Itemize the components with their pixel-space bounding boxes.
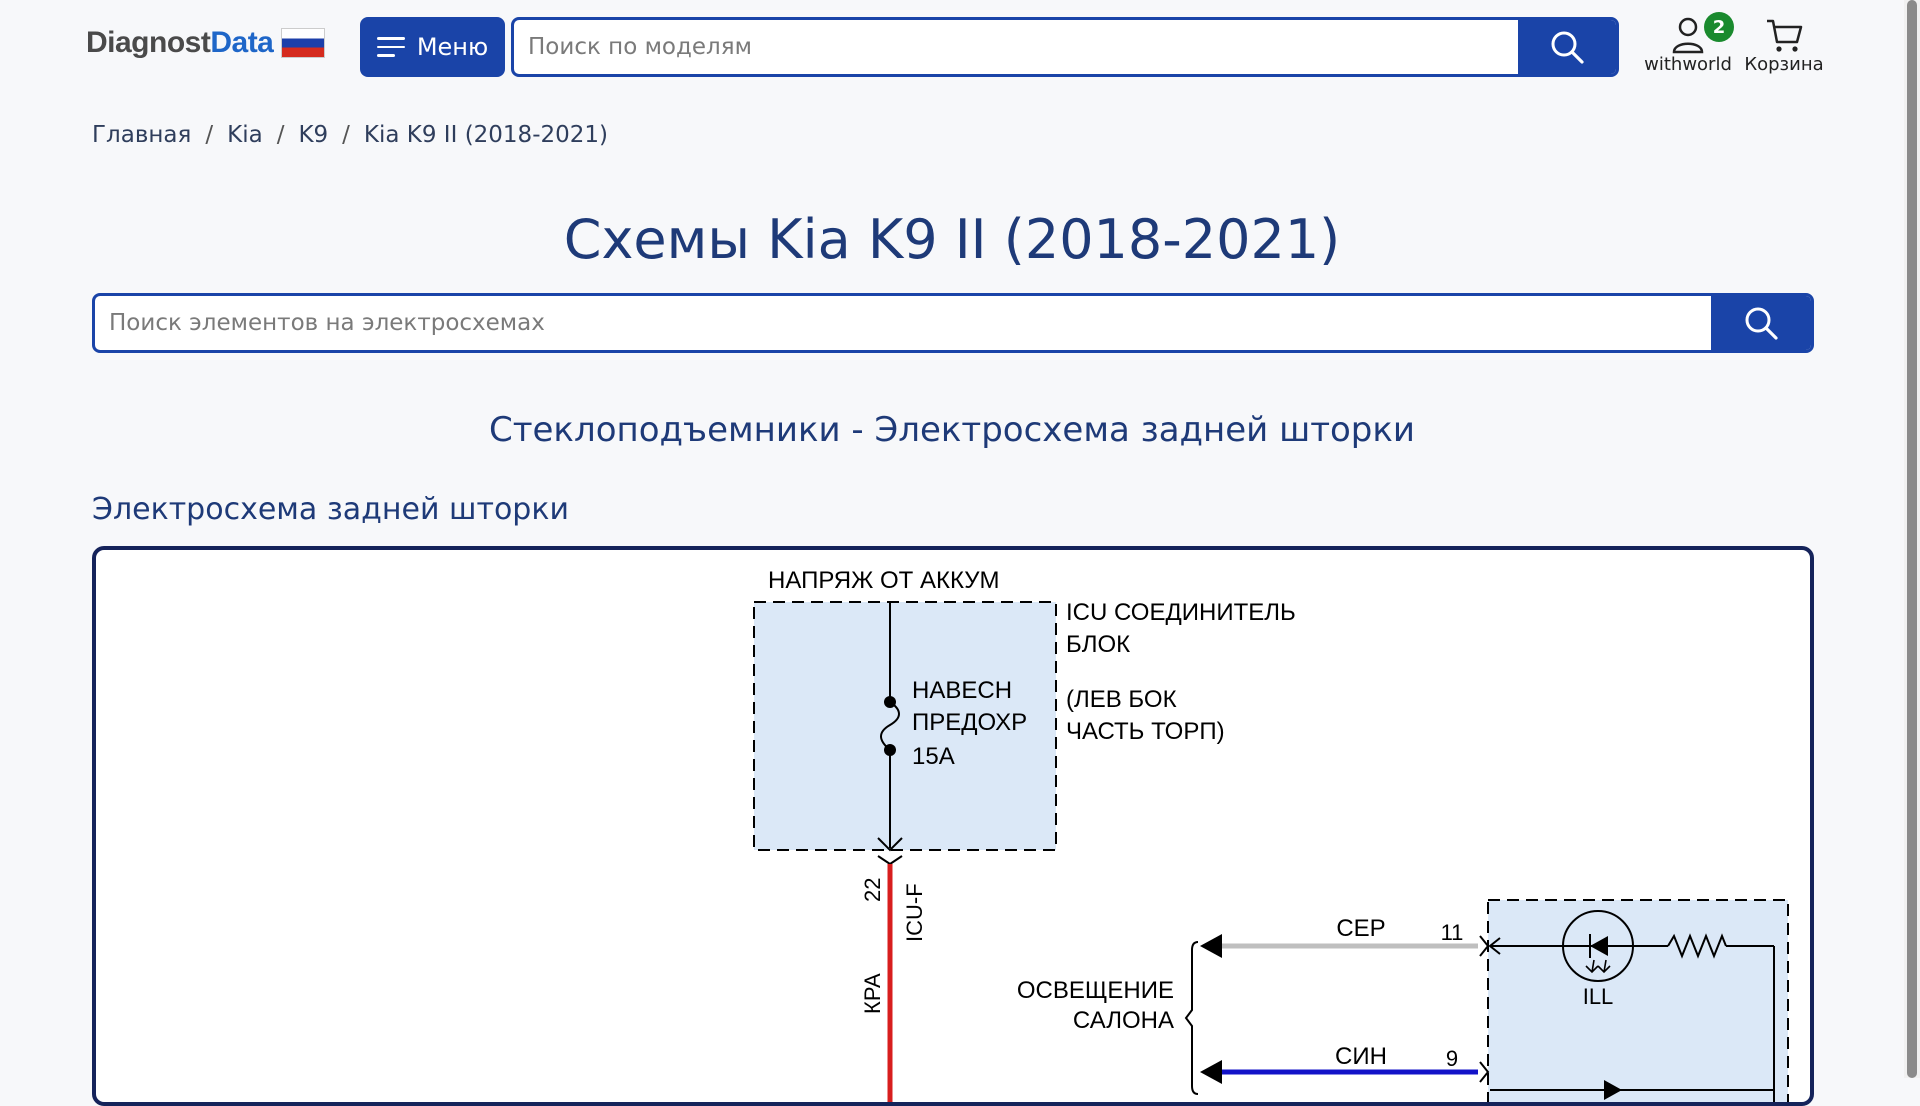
wire-blue-label: СИН <box>1335 1043 1387 1070</box>
cart[interactable]: Корзина <box>1744 14 1824 84</box>
user-name: withworld <box>1644 54 1732 75</box>
hamburger-icon <box>376 37 405 57</box>
ill-label: ILL <box>1583 984 1614 1009</box>
breadcrumb-kia[interactable]: Kia <box>227 122 263 148</box>
element-search-button[interactable] <box>1711 296 1811 350</box>
menu-button-label: Меню <box>416 33 489 61</box>
user-account[interactable]: 2 withworld <box>1644 12 1734 84</box>
icu-location-label-2: ЧАСТЬ ТОРП) <box>1066 718 1225 745</box>
lighting-bracket <box>1184 941 1199 1095</box>
search-icon <box>1745 307 1778 340</box>
fuse-label-3: 15A <box>912 743 955 770</box>
connector-icon <box>1479 1061 1490 1083</box>
model-search-bar <box>511 17 1619 77</box>
breadcrumb-separator: / <box>276 122 285 148</box>
wire-gray-label: СЕР <box>1336 915 1385 942</box>
russia-flag-icon <box>281 28 326 58</box>
connector-icon <box>877 855 903 866</box>
pin-11-label: 11 <box>1441 920 1464 945</box>
pin-22-label: 22 <box>860 878 885 902</box>
icu-location-label-1: (ЛЕВ БОК <box>1066 686 1177 713</box>
search-icon <box>1551 31 1584 64</box>
menu-button[interactable]: Меню <box>360 17 505 77</box>
wire-red-label: КРА <box>860 973 885 1014</box>
cart-icon <box>1767 19 1803 52</box>
page-scrollbar[interactable] <box>1904 0 1920 1078</box>
lighting-label-2: САЛОНА <box>1073 1007 1174 1034</box>
fuse-label-1: НАВЕСН <box>912 677 1012 704</box>
icu-block-label-2: БЛОК <box>1066 631 1130 658</box>
breadcrumb-k9[interactable]: K9 <box>298 122 328 148</box>
fuse-label-2: ПРЕДОХР <box>912 709 1027 736</box>
logo-text-data: Data <box>210 26 274 59</box>
element-search-bar <box>92 293 1814 353</box>
notification-badge: 2 <box>1704 12 1734 42</box>
diagram-title: Электросхема задней шторки <box>92 492 569 527</box>
breadcrumb-home[interactable]: Главная <box>92 122 191 148</box>
wiring-diagram: НАПРЯЖ ОТ АККУМ ICU СОЕДИНИТЕЛЬ БЛОК (ЛЕ… <box>92 546 1814 1106</box>
battery-label: НАПРЯЖ ОТ АККУМ <box>768 567 999 594</box>
section-title: Стеклоподъемники - Электросхема задней ш… <box>488 410 1416 450</box>
wiring-diagram-svg: НАПРЯЖ ОТ АККУМ ICU СОЕДИНИТЕЛЬ БЛОК (ЛЕ… <box>753 567 1789 1102</box>
pin-9-label: 9 <box>1446 1046 1458 1071</box>
arrow-left-icon <box>1200 934 1222 958</box>
site-logo[interactable]: Diagnost Data <box>86 26 326 60</box>
element-search-input[interactable] <box>95 296 1711 350</box>
user-icon <box>1672 17 1704 54</box>
scrollbar-thumb[interactable] <box>1907 0 1917 1078</box>
switch-block <box>1487 899 1789 1102</box>
model-search-input[interactable] <box>514 20 1518 74</box>
breadcrumb-current: Kia K9 II (2018-2021) <box>363 122 609 148</box>
lighting-label-1: ОСВЕЩЕНИЕ <box>1017 977 1174 1004</box>
breadcrumb: Главная / Kia / K9 / Kia K9 II (2018-202… <box>92 122 608 148</box>
connector-icu-f-label: ICU-F <box>902 883 927 942</box>
arrow-left-icon <box>1200 1060 1222 1084</box>
icu-block-label-1: ICU СОЕДИНИТЕЛЬ <box>1066 599 1296 626</box>
logo-text-diagnost: Diagnost <box>86 26 211 59</box>
cart-label: Корзина <box>1744 54 1824 75</box>
breadcrumb-separator: / <box>205 122 214 148</box>
connector-icon <box>1479 935 1490 957</box>
model-search-button[interactable] <box>1518 20 1616 74</box>
breadcrumb-separator: / <box>342 122 350 148</box>
site-header: DiagnostData Меню 2 withworld Корзина <box>0 0 1904 96</box>
page-title: Схемы Kia K9 II (2018-2021) <box>563 208 1341 271</box>
